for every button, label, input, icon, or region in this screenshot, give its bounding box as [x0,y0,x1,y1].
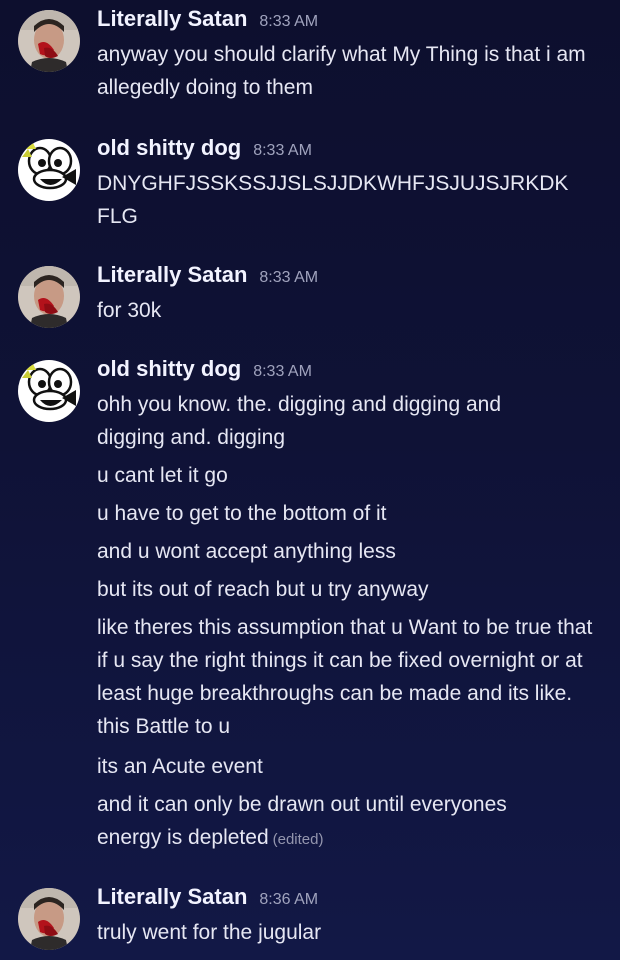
avatar-image [18,139,80,201]
message-text: DNYGHFJSSKSSJJSLSJJDKWHFJSJUJSJRKDK FLG [97,172,569,228]
message-text: u cant let it go [97,464,228,487]
message-group: Literally Satan 8:36 AM truly went for t… [0,884,620,954]
username[interactable]: Literally Satan [97,6,247,32]
username[interactable]: Literally Satan [97,884,247,910]
message-header: Literally Satan 8:33 AM [97,6,318,42]
message-text: but its out of reach but u try anyway [97,578,429,601]
message-text: ohh you know. the. digging and digging a… [97,393,501,449]
username[interactable]: Literally Satan [97,262,247,288]
edited-tag: (edited) [272,831,324,848]
message-feed: Literally Satan 8:33 AM anyway you shoul… [0,0,620,960]
timestamp[interactable]: 8:33 AM [253,363,312,381]
message-text: like theres this assumption that u Want … [97,616,593,738]
message-text: and it can only be drawn out until every… [97,788,567,856]
message-text: anyway you should clarify what My Thing … [97,43,586,99]
message-group: Literally Satan 8:33 AM for 30k [0,262,620,332]
avatar-image [18,360,80,422]
avatar-old-shitty-dog[interactable] [18,139,80,201]
avatar-literally-satan[interactable] [18,266,80,328]
message-text: truly went for the jugular [97,921,322,944]
message-header: old shitty dog 8:33 AM [97,135,312,171]
username[interactable]: old shitty dog [97,356,241,382]
message-text: for 30k [97,299,162,322]
avatar-image [18,10,80,72]
timestamp[interactable]: 8:36 AM [259,891,318,909]
avatar-image [18,266,80,328]
message-group: Literally Satan 8:33 AM anyway you shoul… [0,6,620,106]
message-header: old shitty dog 8:33 AM [97,356,312,392]
avatar-old-shitty-dog[interactable] [18,360,80,422]
message-header: Literally Satan 8:33 AM [97,262,318,298]
timestamp[interactable]: 8:33 AM [253,142,312,160]
timestamp[interactable]: 8:33 AM [259,269,318,287]
message-group: old shitty dog 8:33 AM ohh you know. the… [0,356,620,856]
avatar-image [18,888,80,950]
message-group: old shitty dog 8:33 AM DNYGHFJSSKSSJJSLS… [0,135,620,235]
message-text: u have to get to the bottom of it [97,502,387,525]
username[interactable]: old shitty dog [97,135,241,161]
message-header: Literally Satan 8:36 AM [97,884,318,920]
message-text: and u wont accept anything less [97,540,396,563]
avatar-literally-satan[interactable] [18,888,80,950]
message-text: its an Acute event [97,755,263,778]
timestamp[interactable]: 8:33 AM [259,13,318,31]
avatar-literally-satan[interactable] [18,10,80,72]
